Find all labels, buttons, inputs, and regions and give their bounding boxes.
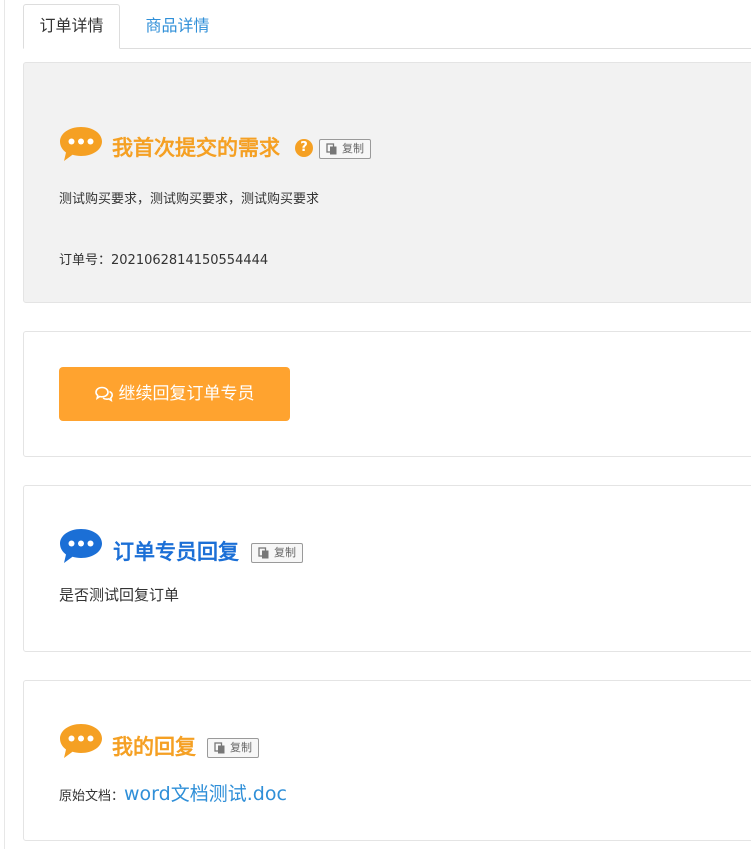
copy-label: 复制 (342, 142, 364, 155)
copy-agent-reply-button[interactable]: 复制 (251, 543, 303, 563)
requirement-panel: 我首次提交的需求 ? 复制 测试购买要求，测试购买要求，测试购买要求 订单号：2… (23, 62, 751, 303)
requirement-title: 我首次提交的需求 (112, 136, 280, 160)
reply-to-agent-button[interactable]: 继续回复订单专员 (59, 367, 290, 421)
chat-bubble-icon (60, 529, 102, 563)
tab-order-details[interactable]: 订单详情 (23, 4, 120, 49)
requirement-body: 测试购买要求，测试购买要求，测试购买要求 (59, 192, 320, 207)
copy-icon (214, 742, 225, 754)
copy-icon (326, 143, 337, 155)
attachment-row: 原始文档：word文档测试.doc (59, 779, 287, 806)
copy-requirement-button[interactable]: 复制 (319, 139, 371, 159)
agent-reply-body: 是否测试回复订单 (59, 586, 180, 604)
chat-bubble-icon (60, 724, 102, 758)
question-circle-icon[interactable]: ? (295, 139, 313, 157)
copy-my-reply-button[interactable]: 复制 (207, 738, 259, 758)
copy-label: 复制 (230, 741, 252, 754)
agent-reply-panel: 订单专员回复 复制 是否测试回复订单 (23, 485, 751, 652)
order-number-value: 2021062814150554444 (111, 253, 269, 268)
agent-reply-title: 订单专员回复 (113, 540, 239, 564)
my-reply-panel: 我的回复 复制 原始文档：word文档测试.doc (23, 680, 751, 841)
comments-icon (94, 386, 113, 402)
my-reply-title: 我的回复 (112, 735, 196, 759)
copy-icon (258, 547, 269, 559)
chat-bubble-icon (60, 127, 102, 161)
left-border (4, 0, 5, 849)
copy-label: 复制 (274, 546, 296, 559)
attachment-link[interactable]: word文档测试.doc (124, 783, 287, 805)
order-number: 订单号：2021062814150554444 (59, 249, 268, 268)
reply-action-panel: 继续回复订单专员 (23, 331, 751, 457)
tab-product-details[interactable]: 商品详情 (120, 4, 235, 47)
reply-button-label: 继续回复订单专员 (118, 384, 255, 404)
order-number-label: 订单号： (59, 253, 112, 268)
attachment-label: 原始文档： (59, 789, 125, 804)
tab-bar: 订单详情 商品详情 (23, 4, 751, 49)
